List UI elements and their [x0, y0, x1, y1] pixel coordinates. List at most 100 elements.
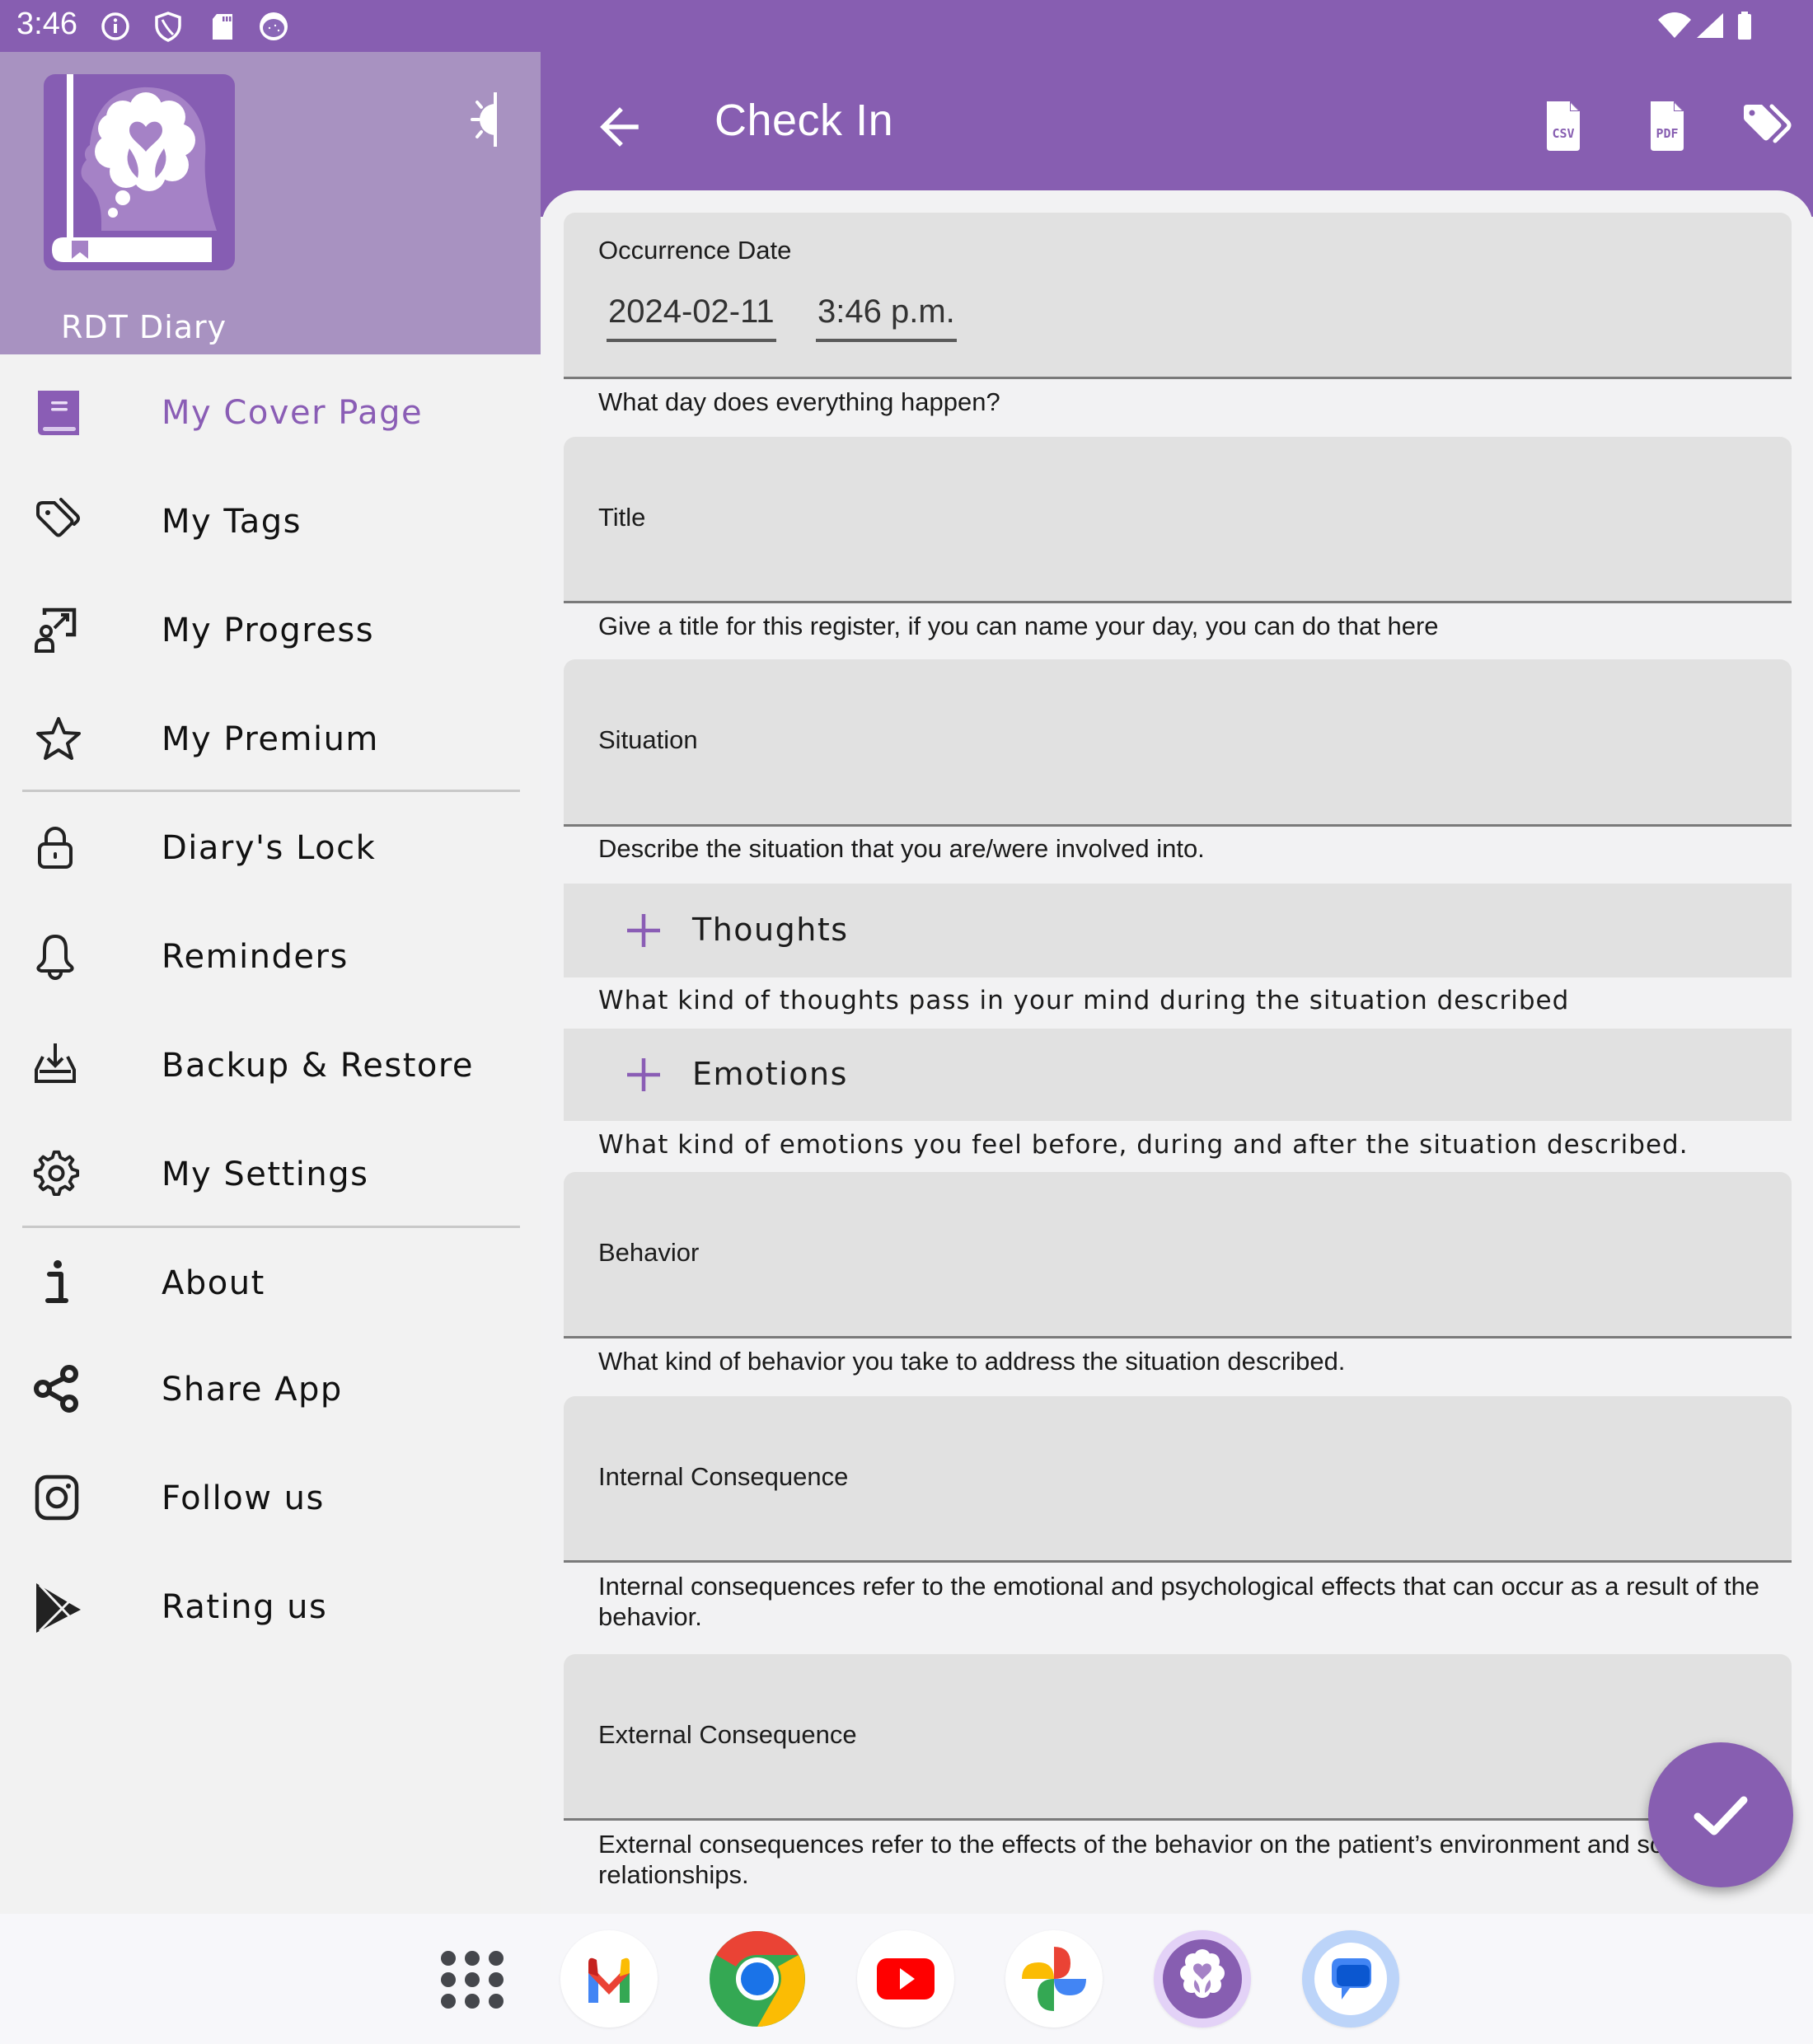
arrow-back-icon[interactable] — [590, 97, 649, 157]
book-icon — [38, 391, 79, 435]
thoughts-label: Thoughts — [692, 912, 849, 948]
thoughts-helper: What kind of thoughts pass in your mind … — [598, 986, 1570, 1015]
external-consequence-field[interactable]: External Consequence — [564, 1654, 1792, 1821]
shield-icon — [155, 12, 181, 42]
dock-app-photos[interactable] — [1005, 1930, 1103, 2028]
external-consequence-helper: External consequences refer to the effec… — [598, 1830, 1703, 1889]
internal-consequence-helper: Internal consequences refer to the emoti… — [598, 1572, 1760, 1631]
gmail-icon — [588, 1957, 630, 2003]
app-notification-icon — [260, 12, 288, 40]
situation-field[interactable]: Situation — [564, 659, 1792, 827]
drawer-divider — [22, 1226, 520, 1228]
star-icon — [36, 717, 81, 760]
title-label: Title — [598, 503, 646, 532]
menu-label: My Progress — [162, 612, 375, 649]
title-field[interactable]: Title — [564, 437, 1792, 603]
save-check-in-button[interactable] — [1648, 1742, 1793, 1887]
drawer-item-backup-restore[interactable]: Backup & Restore — [0, 1015, 541, 1114]
plus-icon — [627, 1058, 660, 1091]
drawer-item-about[interactable]: About — [0, 1233, 541, 1332]
gear-icon — [33, 1150, 80, 1197]
taskbar — [0, 1914, 1813, 2044]
emotions-add-row[interactable]: Emotions — [564, 1029, 1792, 1121]
tags-button[interactable] — [1732, 93, 1798, 159]
info-icon — [101, 12, 129, 40]
situation-helper: Describe the situation that you are/were… — [598, 834, 1205, 863]
dock-app-chrome[interactable] — [709, 1930, 806, 2028]
menu-label: My Cover Page — [162, 394, 424, 432]
occurrence-date-field: Occurrence Date 2024-02-11 3:46 p.m. — [564, 213, 1792, 379]
messages-icon — [1314, 1943, 1387, 2015]
youtube-icon — [877, 1958, 935, 1999]
behavior-label: Behavior — [598, 1238, 700, 1267]
wifi-icon — [1658, 12, 1691, 38]
drawer-item-my-settings[interactable]: My Settings — [0, 1124, 541, 1223]
app-grid-icon — [441, 1951, 504, 2009]
check-icon — [1694, 1796, 1748, 1835]
navigation-drawer: RDT Diary My Cover Page My Tags My Progr… — [0, 52, 541, 1914]
play-store-icon — [36, 1583, 81, 1633]
status-time: 3:46 — [16, 7, 77, 41]
app-name: RDT Diary — [61, 309, 227, 345]
drawer-item-my-cover-page[interactable]: My Cover Page — [0, 363, 541, 462]
dock-app-drawer[interactable] — [424, 1930, 521, 2028]
drawer-divider — [22, 790, 520, 792]
export-pdf-button[interactable]: PDF — [1634, 93, 1700, 159]
dock-app-youtube[interactable] — [857, 1930, 954, 2028]
drawer-item-share-app[interactable]: Share App — [0, 1339, 541, 1438]
menu-label: Diary's Lock — [162, 829, 377, 867]
instagram-icon — [35, 1474, 79, 1521]
thoughts-add-row[interactable]: Thoughts — [564, 884, 1792, 977]
light-dark-toggle-icon[interactable] — [466, 89, 527, 151]
menu-label: Follow us — [162, 1479, 325, 1517]
bell-icon — [36, 934, 74, 980]
info-icon — [45, 1260, 68, 1303]
date-input[interactable]: 2024-02-11 — [607, 293, 776, 342]
plus-icon — [627, 914, 660, 947]
internal-consequence-label: Internal Consequence — [598, 1462, 849, 1491]
svg-text:CSV: CSV — [1552, 126, 1574, 141]
dock-app-messages[interactable] — [1302, 1930, 1399, 2028]
behavior-field[interactable]: Behavior — [564, 1172, 1792, 1338]
sd-card-icon — [213, 14, 232, 40]
svg-text:PDF: PDF — [1656, 126, 1678, 141]
drawer-item-reminders[interactable]: Reminders — [0, 907, 541, 1006]
dock-app-gmail[interactable] — [560, 1930, 658, 2028]
menu-label: Backup & Restore — [162, 1047, 475, 1085]
progress-icon — [35, 607, 77, 653]
menu-label: My Tags — [162, 503, 302, 541]
export-csv-button[interactable]: CSV — [1530, 93, 1596, 159]
emotions-helper: What kind of emotions you feel before, d… — [598, 1130, 1689, 1160]
dock-app-rdt-diary[interactable] — [1154, 1930, 1251, 2028]
signal-icon — [1697, 13, 1723, 38]
drawer-item-my-premium[interactable]: My Premium — [0, 689, 541, 788]
lock-icon — [38, 827, 73, 869]
tags-icon — [1744, 104, 1792, 143]
drawer-item-rating-us[interactable]: Rating us — [0, 1557, 541, 1656]
time-input[interactable]: 3:46 p.m. — [816, 293, 957, 342]
battery-icon — [1738, 12, 1751, 40]
title-helper: Give a title for this register, if you c… — [598, 612, 1439, 640]
page-title: Check In — [714, 96, 894, 145]
situation-label: Situation — [598, 725, 698, 754]
chrome-icon — [710, 1931, 805, 2027]
menu-label: Rating us — [162, 1588, 328, 1626]
share-icon — [34, 1365, 78, 1413]
menu-label: Share App — [162, 1371, 343, 1409]
download-tray-icon — [35, 1043, 76, 1083]
drawer-header: RDT Diary — [0, 52, 541, 354]
csv-file-icon: CSV — [1547, 101, 1580, 151]
menu-label: Reminders — [162, 938, 349, 976]
drawer-item-diarys-lock[interactable]: Diary's Lock — [0, 798, 541, 897]
emotions-label: Emotions — [692, 1056, 848, 1092]
rdt-diary-logo — [44, 74, 235, 270]
drawer-item-my-progress[interactable]: My Progress — [0, 580, 541, 679]
internal-consequence-field[interactable]: Internal Consequence — [564, 1396, 1792, 1563]
occurrence-date-label: Occurrence Date — [598, 236, 792, 265]
drawer-item-my-tags[interactable]: My Tags — [0, 471, 541, 570]
status-bar: 3:46 — [0, 0, 1813, 52]
pdf-file-icon: PDF — [1651, 101, 1684, 151]
drawer-item-follow-us[interactable]: Follow us — [0, 1448, 541, 1547]
menu-label: My Premium — [162, 720, 379, 758]
menu-label: About — [162, 1264, 265, 1302]
